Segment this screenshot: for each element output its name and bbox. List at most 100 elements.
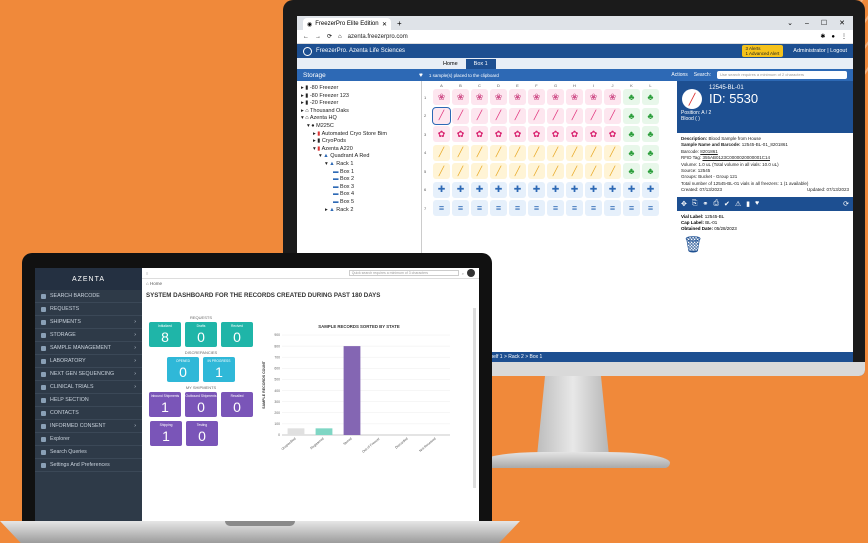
link-icon[interactable]: ⚭ bbox=[702, 200, 708, 208]
sample-cell[interactable]: ╱ bbox=[566, 163, 583, 180]
sample-cell[interactable]: ╱ bbox=[490, 144, 507, 161]
sample-cell[interactable]: ≡ bbox=[623, 200, 640, 217]
sample-cell[interactable]: ╱ bbox=[452, 144, 469, 161]
sample-cell[interactable]: ❀ bbox=[585, 89, 602, 106]
sample-cell[interactable]: ╱ bbox=[509, 107, 526, 124]
print-icon[interactable]: ⎙ bbox=[713, 200, 719, 208]
sample-cell[interactable]: ✿ bbox=[528, 126, 545, 143]
tree-node[interactable]: ▾ ▲ Quadrant A Red bbox=[301, 153, 417, 161]
sample-cell[interactable]: ╱ bbox=[509, 144, 526, 161]
sample-cell[interactable]: ≡ bbox=[433, 200, 450, 217]
user-avatar[interactable] bbox=[467, 269, 475, 277]
sidebar-item[interactable]: HELP SECTION bbox=[35, 394, 142, 407]
sample-cell[interactable]: ✚ bbox=[471, 181, 488, 198]
tree-node[interactable]: ▬ Box 4 bbox=[301, 191, 417, 199]
stat-tile[interactable]: Drafts 0 bbox=[185, 322, 217, 347]
sample-cell[interactable]: ╱ bbox=[433, 163, 450, 180]
tree-node[interactable]: ▸ ▮ -80 Freezer 123 bbox=[301, 93, 417, 101]
sample-cell[interactable]: ✚ bbox=[490, 181, 507, 198]
sample-cell[interactable]: ╱ bbox=[528, 144, 545, 161]
sample-cell[interactable]: ♣ bbox=[642, 126, 659, 143]
sidebar-item[interactable]: REQUESTS bbox=[35, 303, 142, 316]
sample-cell[interactable]: ≡ bbox=[547, 200, 564, 217]
check-icon[interactable]: ✔ bbox=[724, 200, 730, 208]
sidebar-item[interactable]: NEXT GEN SEQUENCING › bbox=[35, 368, 142, 381]
sample-cell[interactable]: ♣ bbox=[623, 107, 640, 124]
sidebar-item[interactable]: SAMPLE MANAGEMENT › bbox=[35, 342, 142, 355]
menu-icon[interactable]: ⋮ bbox=[841, 33, 847, 40]
sample-cell[interactable]: ✿ bbox=[433, 126, 450, 143]
sample-cell[interactable]: ╱ bbox=[547, 163, 564, 180]
quick-search-input[interactable]: Quick search requires a minimum of 3 cha… bbox=[348, 270, 459, 276]
sample-cell[interactable]: ✚ bbox=[566, 181, 583, 198]
sample-cell[interactable]: ╱ bbox=[490, 163, 507, 180]
profile-icon[interactable]: ● bbox=[831, 34, 835, 40]
sample-cell[interactable]: ╱ bbox=[547, 107, 564, 124]
sidebar-item[interactable]: CLINICAL TRIALS › bbox=[35, 381, 142, 394]
stat-tile[interactable]: IN PROGRESS 1 bbox=[203, 357, 235, 382]
sample-cell[interactable]: ≡ bbox=[471, 200, 488, 217]
sample-cell[interactable]: ╱ bbox=[432, 106, 451, 125]
stat-tile[interactable]: Testing 0 bbox=[186, 421, 218, 446]
search-input[interactable]: Use search requires a minimum of 2 chara… bbox=[717, 71, 847, 79]
sample-cell[interactable]: ♣ bbox=[642, 163, 659, 180]
sample-cell[interactable]: ╱ bbox=[490, 107, 507, 124]
sample-cell[interactable]: ╱ bbox=[528, 163, 545, 180]
refresh-icon[interactable]: ⟳ bbox=[843, 200, 849, 208]
sample-cell[interactable]: ❀ bbox=[604, 89, 621, 106]
trash-icon[interactable]: 🗑 bbox=[683, 235, 853, 255]
scrollbar[interactable] bbox=[473, 308, 476, 488]
tree-node[interactable]: ▸ ▲ Rack 2 bbox=[301, 207, 417, 215]
browser-tab[interactable]: ◉ FreezerPro Elite Edition ✕ bbox=[303, 18, 391, 30]
sample-cell[interactable]: ≡ bbox=[604, 200, 621, 217]
search-icon[interactable]: ⌕ bbox=[462, 271, 464, 276]
tree-node[interactable]: ▸ ▮ -20 Freezer bbox=[301, 100, 417, 108]
new-tab-icon[interactable]: + bbox=[391, 18, 408, 30]
sample-cell[interactable]: ♣ bbox=[642, 107, 659, 124]
sidebar-item[interactable]: Explorer bbox=[35, 433, 142, 446]
sample-cell[interactable]: ✿ bbox=[490, 126, 507, 143]
sidebar-item[interactable]: SEARCH BARCODE bbox=[35, 290, 142, 303]
sample-cell[interactable]: ✚ bbox=[642, 181, 659, 198]
sample-cell[interactable]: ♣ bbox=[623, 144, 640, 161]
sidebar-item[interactable]: INFORMED CONSENT › bbox=[35, 420, 142, 433]
sample-cell[interactable]: ✿ bbox=[585, 126, 602, 143]
sample-cell[interactable]: ≡ bbox=[566, 200, 583, 217]
sidebar-item[interactable]: STORAGE › bbox=[35, 329, 142, 342]
sample-cell[interactable]: ❀ bbox=[471, 89, 488, 106]
sample-cell[interactable]: ✚ bbox=[509, 181, 526, 198]
sample-cell[interactable]: ♣ bbox=[623, 89, 640, 106]
stat-tile[interactable]: Outbound Shipments 0 bbox=[185, 392, 217, 417]
close-tab-icon[interactable]: ✕ bbox=[382, 21, 387, 28]
sample-cell[interactable]: ╱ bbox=[528, 107, 545, 124]
sample-cell[interactable]: ╱ bbox=[585, 163, 602, 180]
sample-cell[interactable]: ✚ bbox=[585, 181, 602, 198]
sidebar-item[interactable]: CONTACTS bbox=[35, 407, 142, 420]
sample-cell[interactable]: ✚ bbox=[452, 181, 469, 198]
heart-icon[interactable]: ♥ bbox=[419, 72, 423, 79]
sample-cell[interactable]: ✿ bbox=[471, 126, 488, 143]
stat-tile[interactable]: Recalled 0 bbox=[221, 392, 253, 417]
sample-cell[interactable]: ╱ bbox=[604, 144, 621, 161]
extensions-icon[interactable]: ✱ bbox=[820, 33, 825, 40]
sample-cell[interactable]: ❀ bbox=[452, 89, 469, 106]
sample-cell[interactable]: ❀ bbox=[547, 89, 564, 106]
maximize-icon[interactable]: ☐ bbox=[821, 18, 827, 30]
sample-cell[interactable]: ╱ bbox=[566, 107, 583, 124]
stat-tile[interactable]: Recived 0 bbox=[221, 322, 253, 347]
sample-cell[interactable]: ≡ bbox=[642, 200, 659, 217]
url-field[interactable]: azenta.freezerpro.com bbox=[348, 34, 815, 40]
sidebar-item[interactable]: LABORATORY › bbox=[35, 355, 142, 368]
tree-node[interactable]: ▾ ⌂ Azenta HQ bbox=[301, 115, 417, 123]
sample-cell[interactable]: ≡ bbox=[509, 200, 526, 217]
reload-icon[interactable]: ⟳ bbox=[327, 33, 332, 40]
sample-cell[interactable]: ❀ bbox=[490, 89, 507, 106]
rfid-link[interactable]: 355AB0123C0000020000001C14 bbox=[702, 155, 770, 160]
sample-cell[interactable]: ≡ bbox=[585, 200, 602, 217]
breadcrumb-home[interactable]: Home bbox=[150, 281, 162, 286]
bookmark-icon[interactable]: ▮ bbox=[746, 200, 750, 208]
sample-cell[interactable]: ♣ bbox=[642, 89, 659, 106]
sample-cell[interactable]: ❀ bbox=[433, 89, 450, 106]
tree-node[interactable]: ▾ ● M225C bbox=[301, 123, 417, 131]
minimize-icon[interactable]: – bbox=[805, 18, 809, 30]
